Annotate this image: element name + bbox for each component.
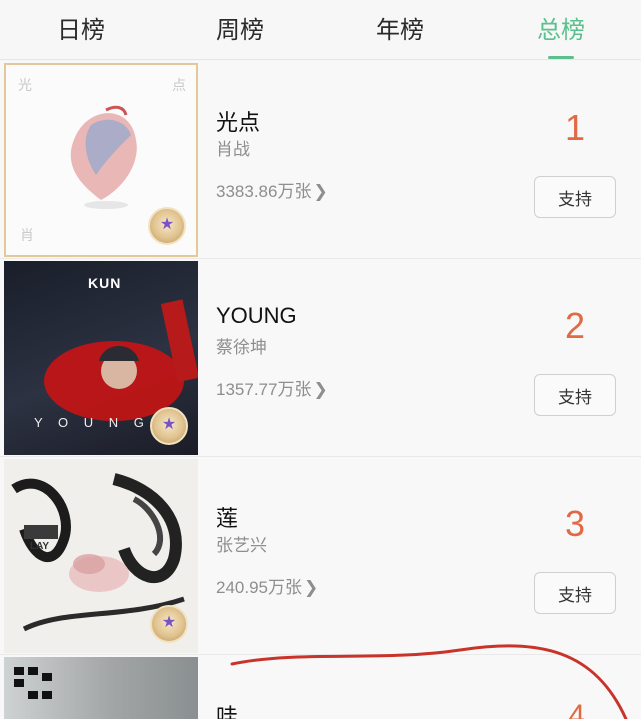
album-cover[interactable] bbox=[4, 657, 198, 719]
album-cover[interactable]: LAY bbox=[4, 459, 198, 653]
album-cover[interactable]: KUN Y O U N G bbox=[4, 261, 198, 455]
active-tab-indicator bbox=[548, 56, 574, 59]
cover-text: LAY bbox=[30, 541, 50, 552]
rank-number: 3 bbox=[564, 503, 585, 544]
award-badge-icon bbox=[150, 605, 188, 643]
chevron-right-icon: ❯ bbox=[313, 380, 328, 399]
cover-text: Y O U N G bbox=[34, 415, 150, 430]
rank-number: 1 bbox=[564, 107, 585, 148]
tab-daily[interactable]: 日榜 bbox=[21, 10, 141, 45]
ranking-list: 光 点 肖 光点 肖战 3383.86万张❯ 1 支持 KUN bbox=[0, 61, 641, 719]
album-cover[interactable]: 光 点 肖 bbox=[4, 63, 198, 257]
support-button[interactable]: 支持 bbox=[534, 176, 616, 218]
award-badge-icon bbox=[148, 207, 186, 245]
list-item[interactable]: 哇 4 bbox=[0, 655, 641, 719]
sales-count-link[interactable]: 3383.86万张 ❯ bbox=[216, 177, 328, 202]
rank-number: 4 bbox=[568, 699, 585, 719]
artist-name: 张艺兴 bbox=[216, 536, 267, 555]
album-title[interactable]: 莲 bbox=[216, 501, 238, 533]
album-title[interactable]: YOUNG bbox=[216, 303, 297, 329]
album-title[interactable]: 光点 bbox=[216, 105, 260, 137]
chart-period-tabs: 日榜 周榜 年榜 总榜 bbox=[0, 0, 641, 60]
support-button[interactable]: 支持 bbox=[534, 572, 616, 614]
list-item[interactable]: KUN Y O U N G YOUNG 蔡徐坤 1357.77万张❯ 2 支持 bbox=[0, 259, 641, 457]
sales-count-link[interactable]: 240.95万张 ❯ bbox=[216, 573, 318, 598]
rank-number: 2 bbox=[564, 305, 585, 346]
chevron-right-icon: ❯ bbox=[304, 578, 319, 597]
chevron-right-icon: ❯ bbox=[313, 182, 328, 201]
tab-all-time[interactable]: 总榜 bbox=[501, 10, 621, 45]
sales-count-link[interactable]: 1357.77万张 ❯ bbox=[216, 375, 328, 400]
tab-weekly[interactable]: 周榜 bbox=[180, 10, 300, 45]
tab-yearly[interactable]: 年榜 bbox=[340, 10, 460, 45]
cover-glyph-artwork bbox=[14, 667, 52, 699]
artist-name: 肖战 bbox=[216, 140, 250, 159]
support-button[interactable]: 支持 bbox=[534, 374, 616, 416]
list-item[interactable]: LAY 莲 张艺兴 240.95万张❯ 3 支持 bbox=[0, 457, 641, 655]
award-badge-icon bbox=[150, 407, 188, 445]
album-title[interactable]: 哇 bbox=[216, 699, 238, 719]
list-item[interactable]: 光 点 肖 光点 肖战 3383.86万张❯ 1 支持 bbox=[0, 61, 641, 259]
artist-name: 蔡徐坤 bbox=[216, 338, 267, 357]
